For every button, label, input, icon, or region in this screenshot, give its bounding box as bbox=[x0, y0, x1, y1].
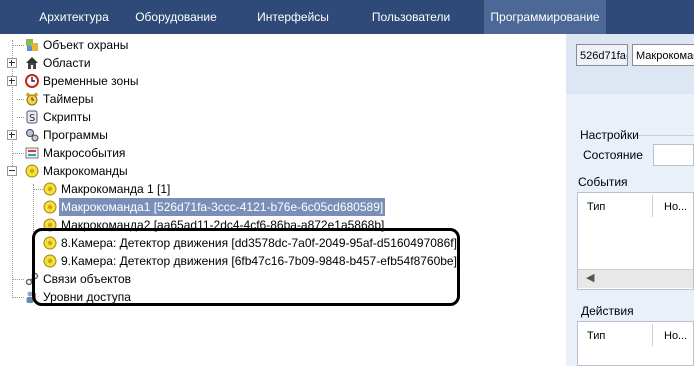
actions-col-number[interactable]: Но... bbox=[664, 330, 687, 342]
tree-item-macro-command-1[interactable]: Макрокоманда 1 [1] bbox=[0, 180, 300, 198]
tab-architecture[interactable]: Архитектура bbox=[14, 0, 134, 34]
tree-item-time-zones[interactable]: Временные зоны bbox=[0, 72, 200, 90]
events-horizontal-scrollbar[interactable]: ◀ bbox=[578, 269, 693, 288]
tree-item-label: Временные зоны bbox=[43, 74, 139, 88]
tree-item-label: Программы bbox=[43, 128, 108, 142]
settings-group-label: Настройки bbox=[580, 128, 639, 142]
tree-item-label: Объект охраны bbox=[43, 38, 129, 52]
properties-header: 526d71fa- Макрокоманда1 bbox=[566, 34, 694, 94]
tree-item-macro-command-selected[interactable]: Макрокоманда1 [526d71fa-3ccc-4121-b76e-6… bbox=[0, 198, 460, 216]
events-col-type[interactable]: Тип bbox=[587, 201, 605, 213]
tree-item-label: Таймеры bbox=[43, 92, 94, 106]
state-label: Состояние bbox=[583, 148, 643, 162]
tree-item-macro-events[interactable]: Макрособытия bbox=[0, 144, 200, 162]
tree-item-security-object[interactable]: Объект охраны bbox=[0, 36, 200, 54]
expand-icon[interactable] bbox=[7, 58, 17, 68]
object-tree: Объект охраны Области Временные зоны Тай… bbox=[0, 34, 566, 366]
macro-command-icon bbox=[43, 200, 57, 214]
name-field[interactable]: Макрокоманда1 bbox=[632, 44, 694, 66]
column-divider bbox=[652, 195, 653, 217]
tab-equipment[interactable]: Оборудование bbox=[128, 0, 224, 34]
tab-programming[interactable]: Программирование bbox=[484, 0, 606, 34]
expand-icon[interactable] bbox=[7, 76, 17, 86]
tree-item-label: Макрокоманды bbox=[43, 164, 128, 178]
tree-item-scripts[interactable]: S Скрипты bbox=[0, 108, 200, 126]
security-object-icon bbox=[26, 39, 38, 51]
events-group-label: События bbox=[578, 175, 628, 189]
id-field[interactable]: 526d71fa- bbox=[576, 44, 628, 66]
actions-group-label: Действия bbox=[581, 304, 634, 318]
gears-icon bbox=[26, 129, 39, 142]
top-navigation-bar: Архитектура Оборудование Интерфейсы Поль… bbox=[0, 0, 694, 34]
tree-item-label: Области bbox=[43, 56, 91, 70]
scroll-left-icon[interactable]: ◀ bbox=[586, 271, 594, 284]
highlight-frame bbox=[32, 228, 460, 306]
alarm-clock-icon bbox=[26, 92, 38, 106]
clock-icon bbox=[25, 74, 39, 88]
tree-item-label: Скрипты bbox=[43, 110, 91, 124]
events-col-number[interactable]: Но... bbox=[664, 201, 687, 213]
tree-item-programs[interactable]: Программы bbox=[0, 126, 200, 144]
tree-item-timers[interactable]: Таймеры bbox=[0, 90, 200, 108]
state-select[interactable] bbox=[653, 144, 694, 166]
macro-command-icon bbox=[43, 182, 57, 196]
collapse-icon[interactable] bbox=[7, 166, 17, 176]
tree-item-label: Макрокоманда 1 [1] bbox=[61, 182, 171, 196]
tab-users[interactable]: Пользователи bbox=[364, 0, 458, 34]
group-divider bbox=[638, 135, 694, 136]
actions-col-type[interactable]: Тип bbox=[587, 330, 605, 342]
expand-icon[interactable] bbox=[7, 130, 17, 140]
column-divider bbox=[652, 324, 653, 346]
properties-panel: 526d71fa- Макрокоманда1 Настройки Состоя… bbox=[566, 34, 694, 366]
actions-table: Тип Но... bbox=[577, 321, 694, 366]
macro-event-icon bbox=[25, 147, 39, 159]
tree-item-areas[interactable]: Области bbox=[0, 54, 200, 72]
macro-command-icon bbox=[25, 164, 39, 178]
tree-item-macro-commands[interactable]: Макрокоманды bbox=[0, 162, 200, 180]
script-icon: S bbox=[26, 110, 38, 124]
tab-interfaces[interactable]: Интерфейсы bbox=[248, 0, 338, 34]
tree-item-label: Макрособытия bbox=[43, 146, 126, 160]
tree-item-label: Макрокоманда1 [526d71fa-3ccc-4121-b76e-6… bbox=[59, 198, 386, 216]
home-icon bbox=[26, 57, 38, 69]
svg-text:S: S bbox=[29, 113, 35, 124]
events-table: Тип Но... ◀ bbox=[577, 192, 694, 290]
